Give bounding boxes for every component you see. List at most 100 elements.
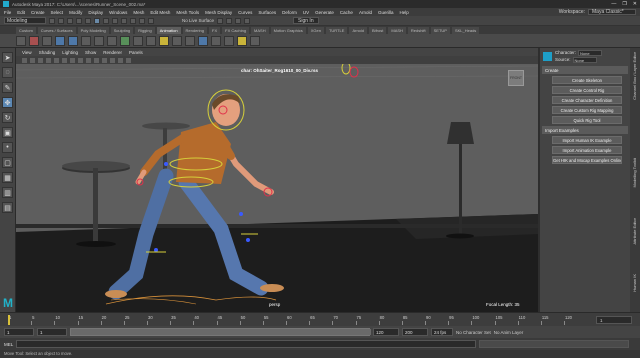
hik-import-button[interactable]: Import Animation Example [552,146,622,154]
shelf-tab[interactable]: Motion Graphics [270,26,306,34]
live-surface-label[interactable]: No Live Surface [182,18,214,23]
select-hierarchy-icon[interactable] [94,17,100,24]
render-settings-icon[interactable] [235,17,242,24]
snap-curve-icon[interactable] [130,17,136,24]
shelf-tool-icon[interactable] [237,35,247,46]
open-scene-icon[interactable] [58,17,64,24]
menu-item[interactable]: Mesh Display [205,10,232,15]
animation-start-field[interactable]: 1 [4,328,34,336]
minimize-button[interactable]: — [611,1,616,7]
textured-icon[interactable] [94,57,99,63]
undo-icon[interactable] [76,17,82,24]
range-slider-grip[interactable] [71,329,371,335]
shelf-tab[interactable]: Bifrost [369,26,387,34]
menu-item[interactable]: Windows [109,10,127,15]
viewcube[interactable]: FRONT [508,70,524,86]
hik-create-button[interactable]: Create Character Definition [552,96,622,104]
shelf-tab[interactable]: Sculpting [110,26,134,34]
shelf-tab[interactable]: Curves / Surfaces [37,26,76,34]
lasso-tool-icon[interactable]: ◌ [2,67,13,78]
hypershade-icon[interactable] [244,17,251,24]
shelf-tool-icon[interactable] [146,35,156,46]
menu-item[interactable]: Select [51,10,64,15]
lights-icon[interactable] [102,57,107,63]
range-slider[interactable] [70,328,371,336]
shelf-tool-icon[interactable] [120,35,130,46]
camera-icon[interactable] [22,57,27,63]
shelf-tool-icon[interactable] [68,35,78,46]
menu-item[interactable]: Generate [315,10,334,15]
menu-item[interactable]: Mesh [133,10,144,15]
shelf-tool-icon[interactable] [107,35,117,46]
import-section-header[interactable]: Import Examples [542,126,628,134]
source-dropdown[interactable]: None [572,56,597,63]
shelf-tool-icon[interactable] [55,35,65,46]
shadows-icon[interactable] [110,57,115,63]
menu-item[interactable]: Arnold [359,10,372,15]
bookmark-icon[interactable] [38,57,43,63]
hik-create-button[interactable]: Create Control Rig [552,86,622,94]
menu-item[interactable]: Curves [238,10,252,15]
shelf-tool-icon[interactable] [29,35,39,46]
menu-item[interactable]: Edit Mesh [150,10,170,15]
snap-point-icon[interactable] [139,17,145,24]
perspective-viewport[interactable]: View Shading Lighting Show Renderer Panels [16,48,538,312]
shelf-tool-icon[interactable] [94,35,104,46]
side-tab-attribute-editor[interactable]: Attribute Editor [632,218,637,244]
shelf-tab[interactable]: Rigging [135,26,155,34]
side-tab-modelling-toolkit[interactable]: Modelling Toolkit [632,158,637,188]
viewport-menu-item[interactable]: View [22,50,32,55]
resolution-gate-icon[interactable] [70,57,75,63]
shelf-tab[interactable]: FX Caching [222,26,250,34]
last-tool-icon[interactable]: • [2,142,13,153]
snap-plane-icon[interactable] [148,17,154,24]
menu-item[interactable]: Edit [17,10,25,15]
sign-in-button[interactable]: Sign In [293,17,319,24]
film-gate-icon[interactable] [62,57,67,63]
select-object-icon[interactable] [103,17,109,24]
character-dropdown[interactable]: None [578,49,603,56]
shelf-tool-icon[interactable] [42,35,52,46]
menu-item[interactable]: Cache [340,10,353,15]
xray-icon[interactable] [118,57,123,63]
time-slider[interactable]: 1 5 10 15 20 25 30 35 40 45 50 55 60 65 70 75 80 85 90 95 10… [0,312,640,326]
hik-import-button[interactable]: Get HIK and Mocap Examples Online [552,156,622,164]
playback-end-field[interactable]: 120 [373,328,399,336]
move-tool-icon[interactable]: ✥ [2,97,13,108]
paint-select-icon[interactable]: ✎ [2,82,13,93]
isolate-select-icon[interactable] [126,57,131,63]
menu-set-dropdown[interactable]: Modeling [4,17,46,24]
shelf-tool-icon[interactable] [211,35,221,46]
anim-layer-dropdown[interactable]: No Anim Layer [494,330,524,335]
menu-item[interactable]: Display [88,10,103,15]
menu-item[interactable]: File [4,10,11,15]
menu-item[interactable]: Modify [69,10,82,15]
shelf-tab[interactable]: Rendering [182,26,208,34]
character-set-dropdown[interactable]: No Character Set [456,330,491,335]
shelf-tab[interactable]: Animation [156,26,181,34]
shelf-tool-icon[interactable] [198,35,208,46]
close-button[interactable]: ✕ [633,1,637,7]
shelf-tab[interactable]: FX [209,26,221,34]
outliner-layout-icon[interactable]: ▤ [2,202,13,213]
hik-create-button[interactable]: Create Custom Rig Mapping [552,106,622,114]
ipr-render-icon[interactable] [226,17,233,24]
script-language-toggle[interactable]: MEL [4,342,13,347]
playhead[interactable] [8,315,10,325]
shelf-tab[interactable]: MASH [388,26,406,34]
hik-import-button[interactable]: Import Human IK Example [552,136,622,144]
save-scene-icon[interactable] [67,17,73,24]
shelf-tab[interactable]: SETUP [430,26,450,34]
redo-icon[interactable] [85,17,91,24]
shelf-tab[interactable]: Redshift [407,26,429,34]
two-pane-layout-icon[interactable]: ▥ [2,187,13,198]
side-tab-channel-box[interactable]: Channel Box / Layer Editor [632,52,637,100]
viewport-menu-item[interactable]: Shading [39,50,56,55]
shelf-tab[interactable]: Arnold [349,26,368,34]
maximize-button[interactable]: ❐ [622,1,626,7]
shelf-tab[interactable]: SKL_Heads [451,26,480,34]
rotate-tool-icon[interactable]: ↻ [2,112,13,123]
shelf-tab[interactable]: Poly Modeling [77,26,109,34]
four-view-layout-icon[interactable]: ▦ [2,172,13,183]
shelf-tool-icon[interactable] [81,35,91,46]
